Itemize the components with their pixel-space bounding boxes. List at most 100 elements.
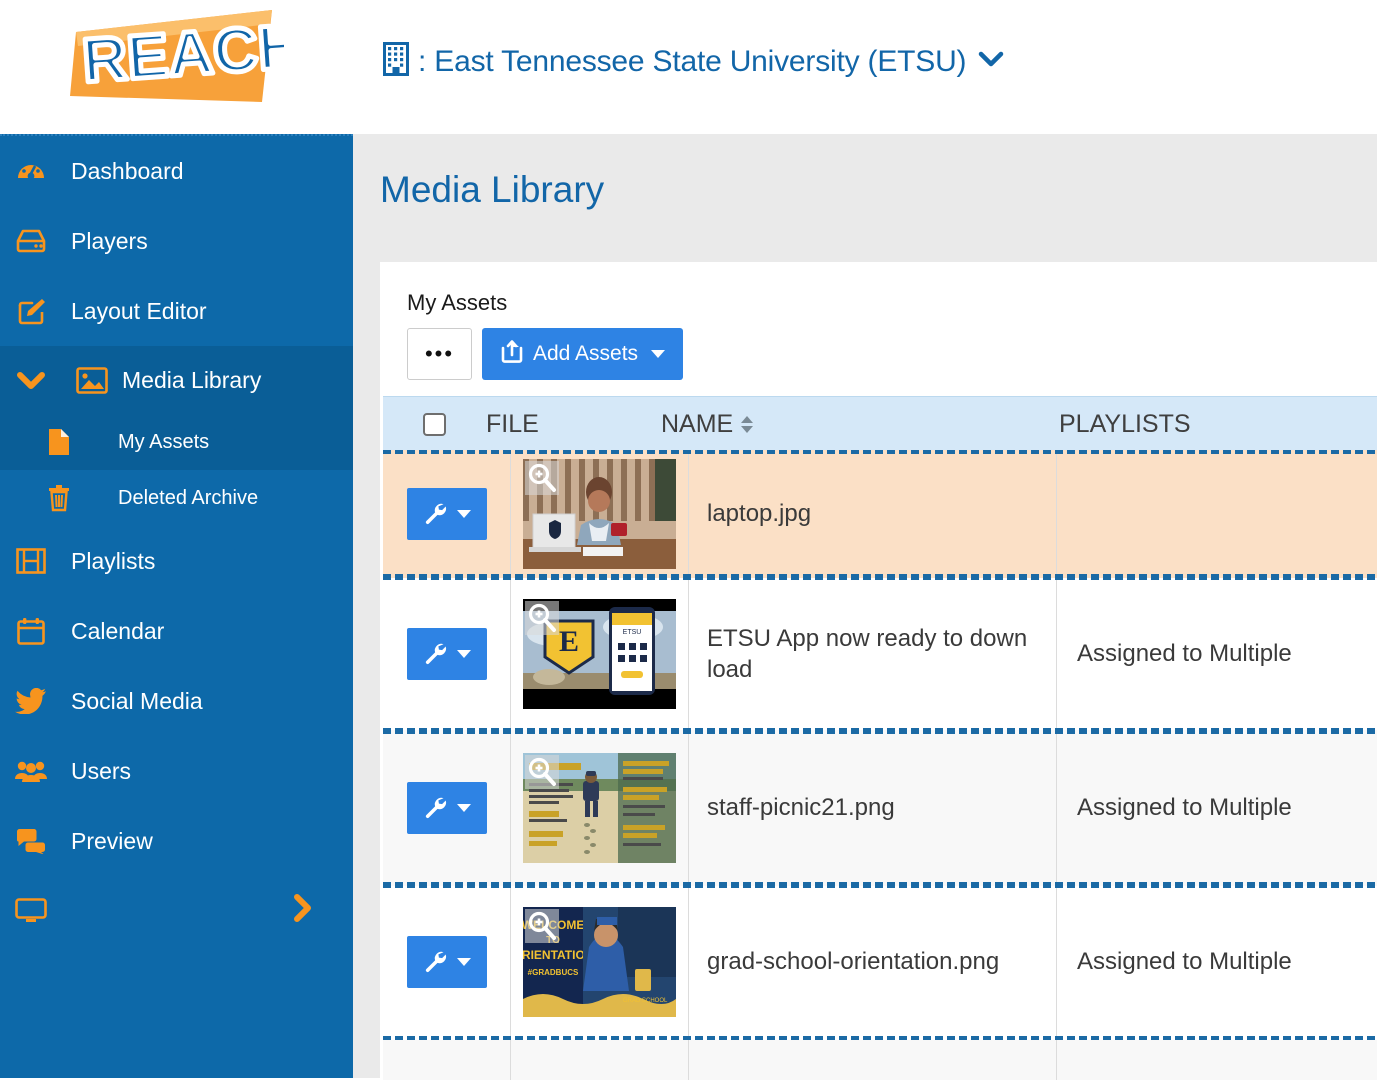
row-actions-cell <box>383 454 511 574</box>
caret-down-icon <box>457 958 471 966</box>
zoom-in-icon[interactable] <box>525 601 559 640</box>
sidebar-item-label: Playlists <box>62 548 155 575</box>
assets-panel: My Assets ••• Add Assets <box>380 262 1377 1078</box>
row-thumbnail-cell: E ETSU <box>511 580 689 728</box>
zoom-in-icon[interactable] <box>525 461 559 500</box>
chevron-down-icon[interactable] <box>0 370 62 390</box>
table-row[interactable]: WELCOME TO ORIENTATION #GRADBUCS <box>383 884 1377 1040</box>
row-thumbnail-cell <box>511 454 689 574</box>
caret-down-icon <box>457 510 471 518</box>
sidebar-item-users[interactable]: Users <box>0 736 353 806</box>
more-options-button[interactable]: ••• <box>407 328 472 380</box>
table-row[interactable]: E ETSU <box>383 576 1377 732</box>
player-device-icon <box>0 228 62 254</box>
select-all-checkbox-cell <box>383 413 486 436</box>
sidebar-subitem-label: Deleted Archive <box>118 487 258 510</box>
sidebar-item-media-library[interactable]: Media Library <box>0 346 353 414</box>
sidebar-item-label: Calendar <box>62 618 164 645</box>
svg-text:GRAD SCHOOL: GRAD SCHOOL <box>623 998 668 1004</box>
reach-logo[interactable]: REACH <box>64 4 284 109</box>
users-icon <box>0 758 62 784</box>
row-actions-button[interactable] <box>407 936 487 988</box>
image-icon <box>62 367 122 394</box>
table-row[interactable] <box>383 1040 1377 1080</box>
thumbnail[interactable]: E ETSU <box>523 599 676 709</box>
sidebar-item-playlists[interactable]: Playlists <box>0 526 353 596</box>
table-row[interactable]: laptop.jpg <box>383 450 1377 578</box>
film-icon <box>0 547 62 575</box>
sidebar-item-players[interactable]: Players <box>0 206 353 276</box>
dashboard-gauge-icon <box>0 156 62 186</box>
row-actions-button[interactable] <box>407 782 487 834</box>
org-label: : East Tennessee State University (ETSU) <box>418 45 966 79</box>
sidebar-item-layout-editor[interactable]: Layout Editor <box>0 276 353 346</box>
sidebar-item-preview[interactable] <box>0 876 353 946</box>
svg-text:#GRADBUCS: #GRADBUCS <box>528 968 579 977</box>
trash-icon <box>0 484 118 512</box>
sidebar-item-calendar[interactable]: Calendar <box>0 596 353 666</box>
sidebar-item-deleted-archive[interactable]: Deleted Archive <box>0 470 353 526</box>
chat-bubbles-icon <box>0 828 62 854</box>
zoom-in-icon[interactable] <box>525 755 559 794</box>
sidebar-item-my-assets[interactable]: My Assets <box>0 414 353 470</box>
thumbnail[interactable] <box>523 753 676 863</box>
table-row[interactable]: staff-picnic21.png Assigned to Multiple <box>383 730 1377 886</box>
sidebar-item-social-media[interactable]: Social Media <box>0 666 353 736</box>
org-selector[interactable]: : East Tennessee State University (ETSU) <box>383 42 1004 81</box>
sidebar-item-label: Users <box>62 758 131 785</box>
sidebar-item-label: Media Library <box>122 367 261 394</box>
chevron-right-icon[interactable] <box>293 893 313 929</box>
wrench-icon <box>423 501 447 528</box>
assets-table: FILE NAME PLAYLISTS <box>383 396 1377 1080</box>
svg-text:E: E <box>559 625 579 658</box>
select-all-checkbox[interactable] <box>423 413 446 436</box>
chevron-down-icon[interactable] <box>978 50 1004 73</box>
column-header-playlists[interactable]: PLAYLISTS <box>1039 410 1377 439</box>
twitter-icon <box>0 688 62 714</box>
table-header-row: FILE NAME PLAYLISTS <box>383 396 1377 452</box>
thumbnail[interactable]: WELCOME TO ORIENTATION #GRADBUCS <box>523 907 676 1017</box>
monitor-icon <box>0 897 62 925</box>
sidebar-item-dashboard[interactable]: Dashboard <box>0 136 353 206</box>
row-playlists <box>1057 454 1377 574</box>
column-header-file[interactable]: FILE <box>486 410 661 439</box>
sidebar-item-label: Social Media <box>62 688 203 715</box>
pencil-edit-icon <box>0 296 62 326</box>
upload-share-icon <box>500 339 524 369</box>
sidebar-group-media-library: Media Library My Assets <box>0 346 353 526</box>
row-actions-cell <box>383 734 511 882</box>
row-actions-button[interactable] <box>407 488 487 540</box>
row-playlists: Assigned to Multiple <box>1057 580 1377 728</box>
row-playlists <box>1057 1040 1377 1080</box>
wrench-icon <box>423 641 447 668</box>
column-header-name[interactable]: NAME <box>661 410 1039 439</box>
row-actions-button[interactable] <box>407 628 487 680</box>
sidebar: Dashboard Players Layout Editor <box>0 134 353 1078</box>
file-icon <box>0 428 118 456</box>
top-bar: REACH : East Tennessee State University … <box>0 0 1377 134</box>
sort-arrows-icon[interactable] <box>741 416 753 433</box>
sidebar-item-support[interactable]: Preview <box>0 806 353 876</box>
zoom-in-icon[interactable] <box>525 909 559 948</box>
calendar-icon <box>0 617 62 645</box>
sidebar-item-label: Dashboard <box>62 158 184 185</box>
row-actions-cell <box>383 888 511 1036</box>
row-playlists: Assigned to Multiple <box>1057 888 1377 1036</box>
thumbnail[interactable] <box>523 459 676 569</box>
row-thumbnail-cell: WELCOME TO ORIENTATION #GRADBUCS <box>511 888 689 1036</box>
wrench-icon <box>423 949 447 976</box>
row-name: staff-picnic21.png <box>689 734 1057 882</box>
row-thumbnail-cell <box>511 734 689 882</box>
column-header-name-label: NAME <box>661 410 733 439</box>
row-actions-cell <box>383 580 511 728</box>
row-name <box>689 1040 1057 1080</box>
sidebar-item-label: Players <box>62 228 148 255</box>
caret-down-icon <box>457 650 471 658</box>
sidebar-item-label: Preview <box>62 828 153 855</box>
row-name: ETSU App now ready to down load <box>689 580 1057 728</box>
caret-down-icon <box>457 804 471 812</box>
svg-text:ORIENTATION: ORIENTATION <box>523 948 593 962</box>
add-assets-button[interactable]: Add Assets <box>482 328 683 380</box>
wrench-icon <box>423 795 447 822</box>
assets-toolbar: ••• Add Assets <box>407 328 683 380</box>
